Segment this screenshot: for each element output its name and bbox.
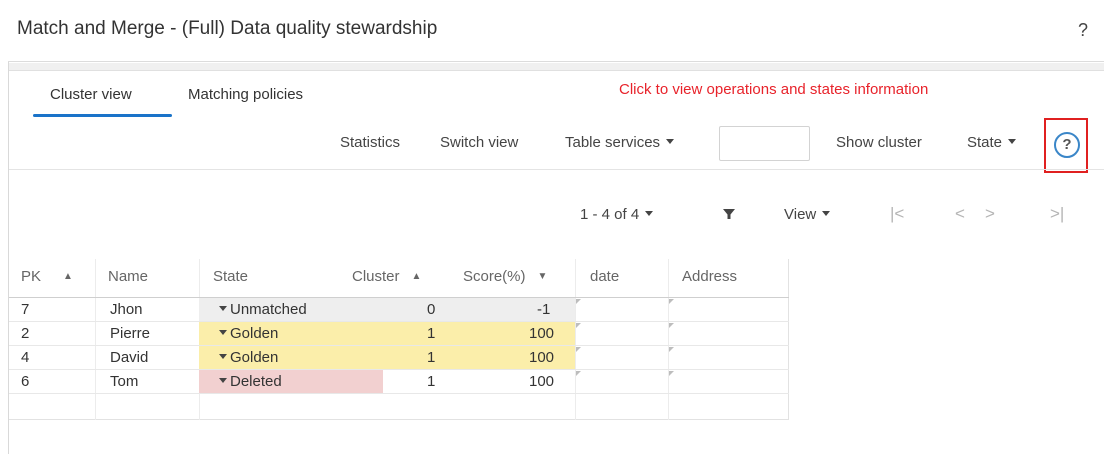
statistics-button[interactable]: Statistics bbox=[340, 134, 400, 151]
page-title: Match and Merge - (Full) Data quality st… bbox=[17, 18, 438, 39]
column-header-date[interactable]: date bbox=[590, 268, 619, 285]
filter-icon[interactable] bbox=[722, 207, 736, 221]
state-value: Deleted bbox=[230, 373, 282, 390]
chevron-down-icon bbox=[219, 330, 227, 335]
cluster-cell: 1 bbox=[427, 349, 436, 366]
table-row[interactable]: 4 David Golden 1 100 bbox=[9, 346, 789, 370]
cell-corner-marker bbox=[669, 371, 674, 376]
name-cell: Pierre bbox=[110, 325, 151, 342]
state-value: Unmatched bbox=[230, 301, 307, 318]
cell-corner-marker bbox=[669, 299, 674, 304]
tab-cluster-view[interactable]: Cluster view bbox=[50, 86, 132, 103]
cluster-cell: 1 bbox=[427, 373, 436, 390]
cell-corner-marker bbox=[576, 347, 581, 352]
view-menu[interactable]: View bbox=[784, 206, 831, 223]
column-header-cluster[interactable]: Cluster ▲ bbox=[352, 268, 421, 285]
column-header-score[interactable]: Score(%) ▼ bbox=[463, 268, 547, 285]
last-page-button[interactable]: >| bbox=[1050, 204, 1064, 224]
column-header-pk-label: PK bbox=[21, 268, 42, 285]
cell-corner-marker bbox=[669, 347, 674, 352]
cell-corner-marker bbox=[576, 299, 581, 304]
state-value: Golden bbox=[230, 325, 279, 342]
state-menu-label: State bbox=[967, 134, 1003, 151]
tab-matching-policies[interactable]: Matching policies bbox=[188, 86, 303, 103]
show-cluster-button[interactable]: Show cluster bbox=[836, 134, 922, 151]
previous-page-button[interactable]: < bbox=[955, 204, 965, 224]
chevron-down-icon bbox=[219, 354, 227, 359]
table-row[interactable]: 7 Jhon Unmatched 0 -1 bbox=[9, 298, 789, 322]
sort-ascending-icon: ▲ bbox=[63, 271, 73, 282]
chevron-down-icon bbox=[219, 378, 227, 383]
column-header-cluster-label: Cluster bbox=[352, 268, 400, 285]
pk-cell: 2 bbox=[21, 325, 30, 342]
cell-corner-marker bbox=[669, 323, 674, 328]
pagination-range[interactable]: 1 - 4 of 4 bbox=[580, 206, 654, 223]
chevron-down-icon bbox=[1008, 139, 1017, 144]
score-cell: 100 bbox=[529, 349, 555, 366]
table-services-menu[interactable]: Table services bbox=[565, 134, 675, 151]
first-page-button[interactable]: |< bbox=[890, 204, 904, 224]
pagination-range-label: 1 - 4 of 4 bbox=[580, 206, 640, 223]
cluster-cell: 1 bbox=[427, 325, 436, 342]
column-header-state[interactable]: State bbox=[213, 268, 248, 285]
score-cell: 100 bbox=[529, 325, 555, 342]
help-highlight-box: ? bbox=[1044, 118, 1088, 173]
column-header-pk[interactable]: PK ▲ bbox=[21, 268, 73, 285]
sort-ascending-icon: ▲ bbox=[411, 271, 422, 282]
name-cell: Jhon bbox=[110, 301, 143, 318]
toolbar-divider bbox=[9, 169, 1104, 170]
score-cell: -1 bbox=[537, 301, 551, 318]
cluster-cell: 0 bbox=[427, 301, 436, 318]
help-circle-icon[interactable]: ? bbox=[1054, 132, 1080, 158]
next-page-button[interactable]: > bbox=[985, 204, 995, 224]
column-header-score-label: Score(%) bbox=[463, 268, 526, 285]
chevron-down-icon bbox=[666, 139, 675, 144]
chevron-down-icon bbox=[822, 211, 831, 216]
view-menu-label: View bbox=[784, 206, 817, 223]
state-dropdown[interactable]: Deleted bbox=[219, 373, 282, 390]
pk-cell: 4 bbox=[21, 349, 30, 366]
cell-corner-marker bbox=[576, 323, 581, 328]
table-row[interactable]: 2 Pierre Golden 1 100 bbox=[9, 322, 789, 346]
name-cell: Tom bbox=[110, 373, 139, 390]
column-header-address[interactable]: Address bbox=[682, 268, 737, 285]
sort-descending-icon: ▼ bbox=[537, 271, 548, 282]
table-services-label: Table services bbox=[565, 134, 661, 151]
divider-band bbox=[9, 63, 1104, 71]
name-cell: David bbox=[110, 349, 149, 366]
help-annotation: Click to view operations and states info… bbox=[619, 81, 929, 98]
pk-cell: 7 bbox=[21, 301, 30, 318]
chevron-down-icon bbox=[645, 211, 654, 216]
chevron-down-icon bbox=[219, 306, 227, 311]
search-input[interactable] bbox=[719, 126, 810, 161]
state-dropdown[interactable]: Unmatched bbox=[219, 301, 307, 318]
active-tab-indicator bbox=[33, 114, 172, 117]
title-bar: Match and Merge - (Full) Data quality st… bbox=[8, 0, 1104, 62]
pk-cell: 6 bbox=[21, 373, 30, 390]
column-header-name[interactable]: Name bbox=[108, 268, 148, 285]
state-dropdown[interactable]: Golden bbox=[219, 349, 278, 366]
state-value: Golden bbox=[230, 349, 279, 366]
score-cell: 100 bbox=[529, 373, 555, 390]
help-button[interactable]: ? bbox=[1078, 20, 1088, 41]
switch-view-button[interactable]: Switch view bbox=[440, 134, 518, 151]
table-row[interactable]: 6 Tom Deleted 1 100 bbox=[9, 370, 789, 394]
state-dropdown[interactable]: Golden bbox=[219, 325, 278, 342]
state-menu[interactable]: State bbox=[967, 134, 1017, 151]
cell-corner-marker bbox=[576, 371, 581, 376]
